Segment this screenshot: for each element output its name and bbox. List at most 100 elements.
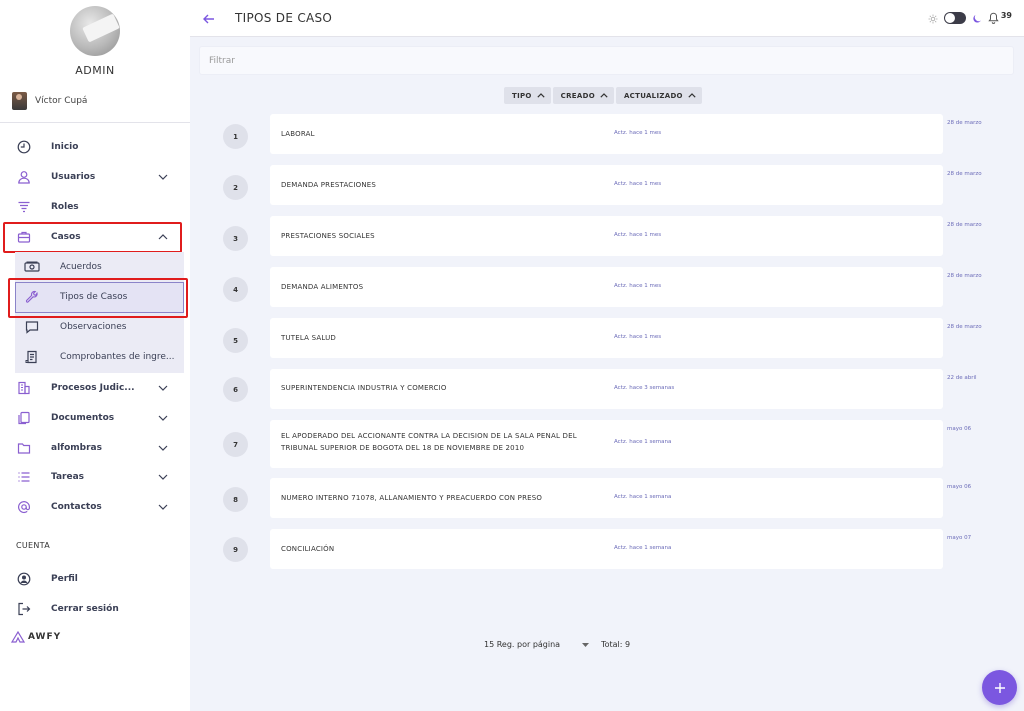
sidebar-item-label: Contactos (51, 502, 102, 512)
updated-text: Actz. hace 1 semana (614, 545, 672, 551)
list-item[interactable]: PRESTACIONES SOCIALES Actz. hace 1 mes (270, 216, 943, 256)
plus-icon (994, 682, 1005, 693)
sidebar-item-inicio[interactable]: Inicio (0, 132, 190, 162)
app-logo: AWFY (11, 631, 61, 643)
filter-field[interactable] (199, 46, 1014, 75)
chevron-down-icon (157, 382, 169, 394)
per-page-select[interactable]: 15 Reg. por página (484, 640, 590, 649)
divider (0, 122, 190, 123)
case-type-name: DEMANDA ALIMENTOS (281, 283, 364, 291)
sort-by-tipo-button[interactable]: TIPO (504, 87, 551, 104)
user-profile[interactable]: Víctor Cupá (12, 92, 87, 110)
per-page-value: 15 Reg. por página (484, 640, 561, 649)
user-name: Víctor Cupá (35, 96, 88, 106)
list-item[interactable]: TUTELA SALUD Actz. hace 1 mes (270, 318, 943, 358)
list-item[interactable]: DEMANDA ALIMENTOS Actz. hace 1 mes (270, 267, 943, 307)
list-item[interactable]: EL APODERADO DEL ACCIONANTE CONTRA LA DE… (270, 420, 943, 468)
sidebar-item-procesos[interactable]: Procesos Judic... (0, 373, 190, 403)
sidebar-item-tareas[interactable]: Tareas (0, 462, 190, 492)
updated-text: Actz. hace 1 mes (614, 232, 662, 238)
sidebar-item-perfil[interactable]: Perfil (0, 564, 190, 594)
sidebar-item-label: alfombras (51, 443, 102, 453)
list-item[interactable]: NUMERO INTERNO 71078, ALLANAMIENTO Y PRE… (270, 478, 943, 518)
case-type-name: NUMERO INTERNO 71078, ALLANAMIENTO Y PRE… (281, 494, 543, 502)
add-button[interactable] (982, 670, 1017, 705)
submenu-item-label: Comprobantes de ingre... (60, 352, 175, 362)
chevron-down-icon (157, 471, 169, 483)
case-type-name: DEMANDA PRESTACIONES (281, 181, 377, 189)
created-date: mayo 06 (947, 484, 972, 490)
sidebar-item-label: Inicio (51, 142, 79, 152)
filter-input[interactable] (200, 47, 1013, 74)
sidebar-item-cerrar-sesion[interactable]: Cerrar sesión (0, 594, 190, 624)
chevron-up-icon (600, 93, 608, 98)
row-number: 3 (223, 226, 248, 251)
back-arrow-icon[interactable] (202, 11, 216, 25)
sidebar-item-label: Tareas (51, 472, 85, 482)
row-number: 1 (223, 124, 248, 149)
sort-button-label: ACTUALIZADO (623, 91, 683, 100)
bell-icon[interactable] (988, 9, 999, 28)
top-bar: TIPOS DE CASO 39 (190, 0, 1024, 37)
row-number: 4 (223, 277, 248, 302)
updated-text: Actz. hace 1 mes (614, 283, 662, 289)
sort-by-actualizado-button[interactable]: ACTUALIZADO (615, 87, 702, 104)
sidebar-item-roles[interactable]: Roles (0, 192, 190, 222)
updated-text: Actz. hace 1 mes (614, 130, 662, 136)
sidebar-item-usuarios[interactable]: Usuarios (0, 162, 190, 192)
moon-icon (972, 9, 982, 28)
caret-down-icon (582, 642, 590, 647)
pagination: 15 Reg. por página Total: 9 (484, 640, 630, 649)
submenu-item-label: Acuerdos (60, 262, 102, 272)
case-type-name: TUTELA SALUD (281, 334, 336, 342)
list-item[interactable]: DEMANDA PRESTACIONES Actz. hace 1 mes (270, 165, 943, 205)
chevron-down-icon (157, 442, 169, 454)
header-actions: 39 (928, 10, 1012, 26)
chevron-up-icon (537, 93, 545, 98)
row-number: 7 (223, 432, 248, 457)
admin-avatar[interactable] (70, 6, 120, 56)
folder-icon (16, 440, 32, 456)
logo-icon (11, 631, 25, 643)
clock-icon (16, 139, 32, 155)
submenu-item-comprobantes[interactable]: Comprobantes de ingre... (15, 342, 184, 372)
profile-icon (16, 571, 32, 587)
list-icon (16, 469, 32, 485)
chevron-down-icon (157, 501, 169, 513)
submenu-item-observaciones[interactable]: Observaciones (15, 312, 184, 342)
list-item[interactable]: CONCILIACIÓN Actz. hace 1 semana (270, 529, 943, 569)
list-item[interactable]: SUPERINTENDENCIA INDUSTRIA Y COMERCIO Ac… (270, 369, 943, 409)
case-type-name: EL APODERADO DEL ACCIONANTE CONTRA LA DE… (281, 432, 577, 452)
sidebar-item-label: Documentos (51, 413, 115, 423)
created-date: 28 de marzo (947, 120, 982, 126)
case-type-name: PRESTACIONES SOCIALES (281, 232, 375, 240)
case-type-name: SUPERINTENDENCIA INDUSTRIA Y COMERCIO (281, 384, 447, 392)
updated-text: Actz. hace 1 semana (614, 494, 672, 500)
documents-icon (16, 410, 32, 426)
sidebar-item-contactos[interactable]: Contactos (0, 492, 190, 522)
sort-by-creado-button[interactable]: CREADO (552, 87, 614, 104)
created-date: mayo 06 (947, 426, 972, 432)
user-avatar (12, 92, 27, 110)
at-icon (16, 499, 32, 515)
row-number: 9 (223, 537, 248, 562)
row-number: 6 (223, 377, 248, 402)
comment-icon (24, 319, 40, 335)
highlight-casos (3, 222, 182, 253)
sun-icon (928, 9, 938, 28)
sidebar-item-documentos[interactable]: Documentos (0, 403, 190, 433)
list-item[interactable]: LABORAL Actz. hace 1 mes (270, 114, 943, 154)
sidebar-item-label: Usuarios (51, 172, 96, 182)
sort-button-label: TIPO (512, 91, 532, 100)
sidebar-item-label: Perfil (51, 574, 78, 584)
row-number: 5 (223, 328, 248, 353)
sidebar-item-alfombras[interactable]: alfombras (0, 433, 190, 463)
building-icon (16, 380, 32, 396)
chevron-up-icon (688, 93, 696, 98)
section-label-cuenta: CUENTA (16, 541, 51, 550)
submenu-item-label: Observaciones (60, 322, 127, 332)
theme-toggle[interactable] (943, 12, 966, 24)
sort-button-label: CREADO (560, 91, 595, 100)
sidebar: ADMIN Víctor Cupá Inicio Usuarios Roles … (0, 0, 190, 711)
updated-text: Actz. hace 1 semana (614, 439, 672, 445)
